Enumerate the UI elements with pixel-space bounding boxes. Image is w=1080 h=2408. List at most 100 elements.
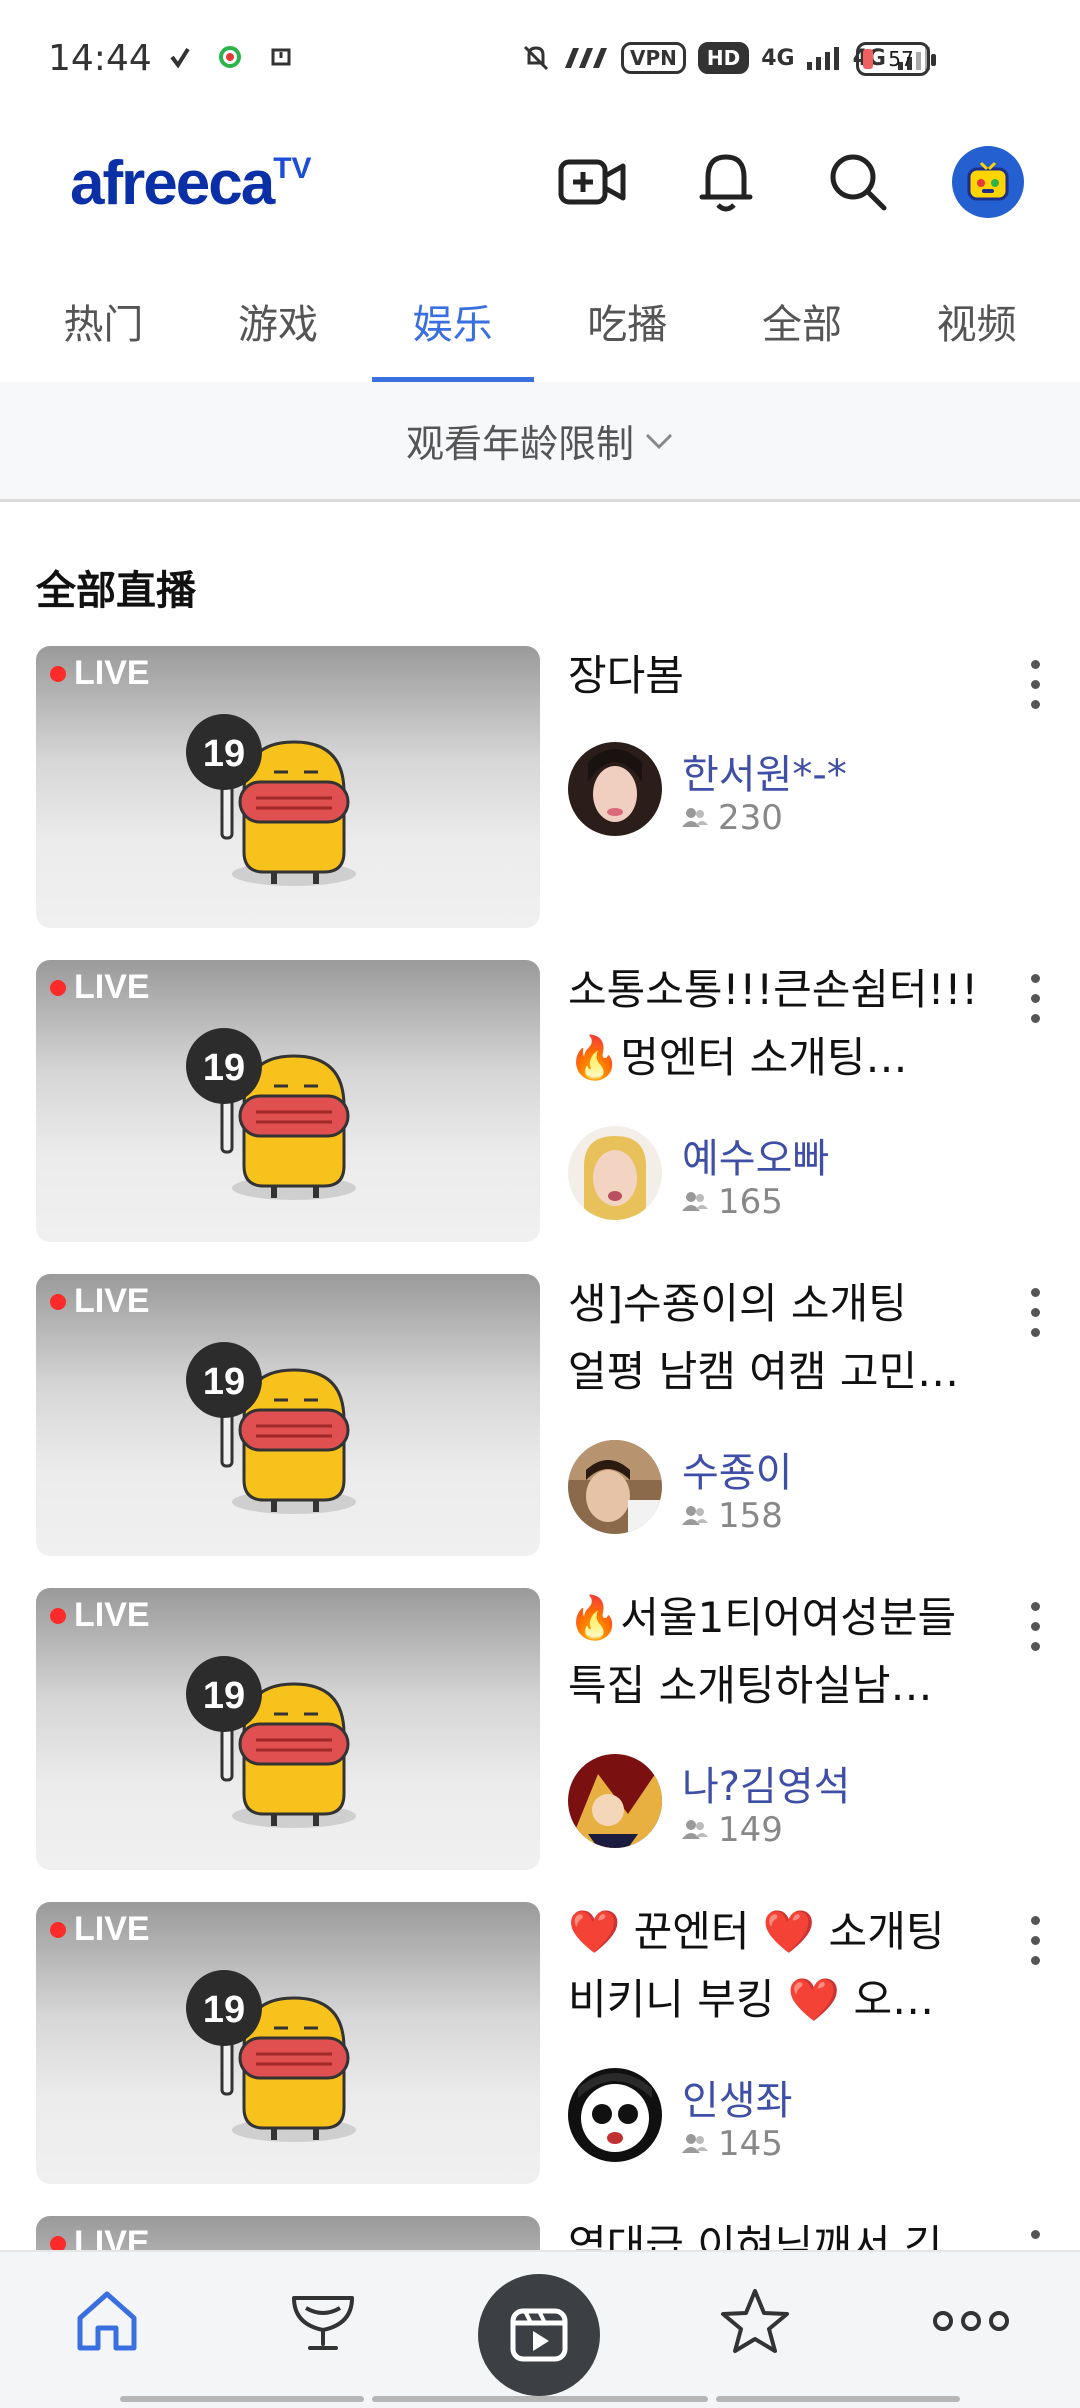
- battery-indicator: 57: [856, 42, 936, 76]
- network-4g-1: 4G: [761, 45, 795, 71]
- stream-thumbnail[interactable]: LIVE 19: [36, 1274, 540, 1556]
- stream-title-line: 생]수죵이의 소개팅: [568, 1279, 907, 1328]
- stream-title-line: 🔥멍엔터 소개팅…: [568, 1033, 908, 1082]
- wifi-speed-icon: [565, 48, 608, 68]
- nav-home[interactable]: [62, 2276, 152, 2366]
- streamer-avatar[interactable]: [568, 2068, 662, 2162]
- afreecatv-logo[interactable]: afreecaTV: [70, 148, 312, 219]
- live-badge: LIVE: [50, 1282, 150, 1321]
- nav-favorites[interactable]: [710, 2276, 800, 2366]
- viewer-count-value: 149: [718, 1810, 783, 1850]
- more-options-button[interactable]: [1020, 1282, 1050, 1342]
- nav-vod[interactable]: [478, 2274, 600, 2396]
- battery-fill: [863, 49, 873, 69]
- stream-card[interactable]: LIVE 19 소통소통!!!큰손쉼터!!! 🔥멍엔터 소개팅… 예수오빠 16…: [0, 956, 1080, 1270]
- stream-thumbnail[interactable]: LIVE: [36, 2216, 540, 2252]
- streamer-name[interactable]: 나?김영석: [682, 1754, 850, 1812]
- streamer-info[interactable]: 수죵이 158: [568, 1440, 1048, 1540]
- more-horizontal-icon: [933, 2311, 1009, 2331]
- stream-title[interactable]: 생]수죵이의 소개팅 얼평 남캠 여캠 고민…: [568, 1270, 1018, 1406]
- tab-games[interactable]: 游戏: [197, 270, 359, 382]
- stream-list: LIVE 19 장다봄 한서원*-* 230 LIVE 19 소통소통!!!큰손…: [0, 642, 1080, 2252]
- streamer-name[interactable]: 수죵이: [682, 1440, 792, 1498]
- notifications-button[interactable]: [690, 146, 762, 218]
- stream-thumbnail[interactable]: LIVE 19: [36, 960, 540, 1242]
- more-dot: [1030, 1287, 1040, 1297]
- streamer-avatar[interactable]: [568, 742, 662, 836]
- tab-mukbang[interactable]: 吃播: [546, 270, 708, 382]
- more-options-button[interactable]: [1020, 2224, 1050, 2252]
- viewers-icon: [682, 1192, 708, 1211]
- stream-title-line: 비키니 부킹 ❤️ 오…: [568, 1975, 935, 2024]
- more-options-button[interactable]: [1020, 1596, 1050, 1656]
- age-19-mascot-icon: 19: [186, 1028, 356, 1200]
- more-dot: [1030, 659, 1040, 669]
- more-options-button[interactable]: [1020, 1910, 1050, 1970]
- stream-title[interactable]: 🔥서울1티어여성분들 특집 소개팅하실남…: [568, 1584, 1018, 1720]
- more-dot: [1030, 1915, 1040, 1925]
- stream-title-line: 특집 소개팅하실남…: [568, 1661, 933, 1710]
- age-badge-text: 19: [203, 1989, 245, 2031]
- stream-title-line: 장다봄: [568, 651, 684, 700]
- streamer-name[interactable]: 예수오빠: [682, 1126, 829, 1184]
- viewer-count-value: 158: [718, 1496, 783, 1536]
- stream-title-line: 역대급 이혀님깨서 긴: [568, 2221, 943, 2252]
- viewer-count-value: 165: [718, 1182, 783, 1222]
- age-19-mascot-icon: 19: [186, 1342, 356, 1514]
- more-options-button[interactable]: [1020, 654, 1050, 714]
- tab-video[interactable]: 视频: [896, 270, 1058, 382]
- streamer-info[interactable]: 나?김영석 149: [568, 1754, 1048, 1854]
- nav-more[interactable]: [926, 2276, 1016, 2366]
- stream-title[interactable]: 소통소통!!!큰손쉼터!!! 🔥멍엔터 소개팅…: [568, 956, 1018, 1092]
- streamer-name[interactable]: 인생좌: [682, 2068, 792, 2126]
- app-bar: afreecaTV: [0, 120, 1080, 240]
- age-restriction-filter[interactable]: 观看年龄限制: [0, 382, 1080, 502]
- live-label: LIVE: [74, 1282, 150, 1320]
- streamer-info[interactable]: 인생좌 145: [568, 2068, 1048, 2168]
- age-badge-text: 19: [203, 1047, 245, 1089]
- viewers-icon: [682, 1820, 708, 1839]
- more-dot: [1030, 2229, 1040, 2239]
- live-badge: LIVE: [50, 968, 150, 1007]
- live-dot: [50, 1607, 66, 1624]
- live-label: LIVE: [74, 1596, 150, 1634]
- broadcast-button[interactable]: [556, 146, 628, 218]
- streamer-info[interactable]: 예수오빠 165: [568, 1126, 1048, 1226]
- more-dot: [1030, 973, 1040, 983]
- more-options-button[interactable]: [1020, 968, 1050, 1028]
- streamer-avatar[interactable]: [568, 1126, 662, 1220]
- play-video-icon: [510, 2308, 568, 2362]
- live-dot: [50, 665, 66, 682]
- stream-title[interactable]: ❤️ 꾼엔터 ❤️ 소개팅 비키니 부킹 ❤️ 오…: [568, 1898, 1018, 2034]
- search-button[interactable]: [822, 146, 894, 218]
- section-title: 全部直播: [36, 568, 196, 614]
- star-icon: [721, 2289, 789, 2353]
- stream-card[interactable]: LIVE 19 ❤️ 꾼엔터 ❤️ 소개팅 비키니 부킹 ❤️ 오… 인생좌 1…: [0, 1898, 1080, 2212]
- streamer-avatar[interactable]: [568, 1754, 662, 1848]
- profile-avatar[interactable]: [952, 146, 1024, 218]
- nav-esports[interactable]: [278, 2276, 368, 2366]
- age-19-mascot-icon: 19: [186, 1656, 356, 1828]
- live-label: LIVE: [74, 1910, 150, 1948]
- stream-title[interactable]: 역대급 이혀님깨서 긴: [568, 2212, 1018, 2252]
- tab-hot[interactable]: 热门: [22, 270, 184, 382]
- stream-card[interactable]: LIVE 19 생]수죵이의 소개팅 얼평 남캠 여캠 고민… 수죵이 158: [0, 1270, 1080, 1584]
- stream-card[interactable]: LIVE 19 🔥서울1티어여성분들 특집 소개팅하실남… 나?김영석 149: [0, 1584, 1080, 1898]
- stream-title-line: 소통소통!!!큰손쉼터!!!: [568, 965, 979, 1014]
- stream-thumbnail[interactable]: LIVE 19: [36, 646, 540, 928]
- stream-thumbnail[interactable]: LIVE 19: [36, 1902, 540, 2184]
- tab-all[interactable]: 全部: [721, 270, 883, 382]
- streamer-name[interactable]: 한서원*-*: [682, 742, 847, 800]
- tab-entertainment[interactable]: 娱乐: [371, 270, 534, 382]
- age-badge-text: 19: [203, 733, 245, 775]
- age-badge-text: 19: [203, 1361, 245, 1403]
- stream-card[interactable]: LIVE 19 장다봄 한서원*-* 230: [0, 642, 1080, 956]
- stream-title[interactable]: 장다봄: [568, 642, 1018, 710]
- stream-thumbnail[interactable]: LIVE 19: [36, 1588, 540, 1870]
- streamer-info[interactable]: 한서원*-* 230: [568, 742, 1048, 842]
- age-19-mascot-icon: 19: [186, 714, 356, 886]
- stream-card[interactable]: LIVE 역대급 이혀님깨서 긴: [0, 2212, 1080, 2252]
- streamer-avatar[interactable]: [568, 1440, 662, 1534]
- viewer-count-value: 145: [718, 2124, 783, 2164]
- live-badge: LIVE: [50, 1910, 150, 1949]
